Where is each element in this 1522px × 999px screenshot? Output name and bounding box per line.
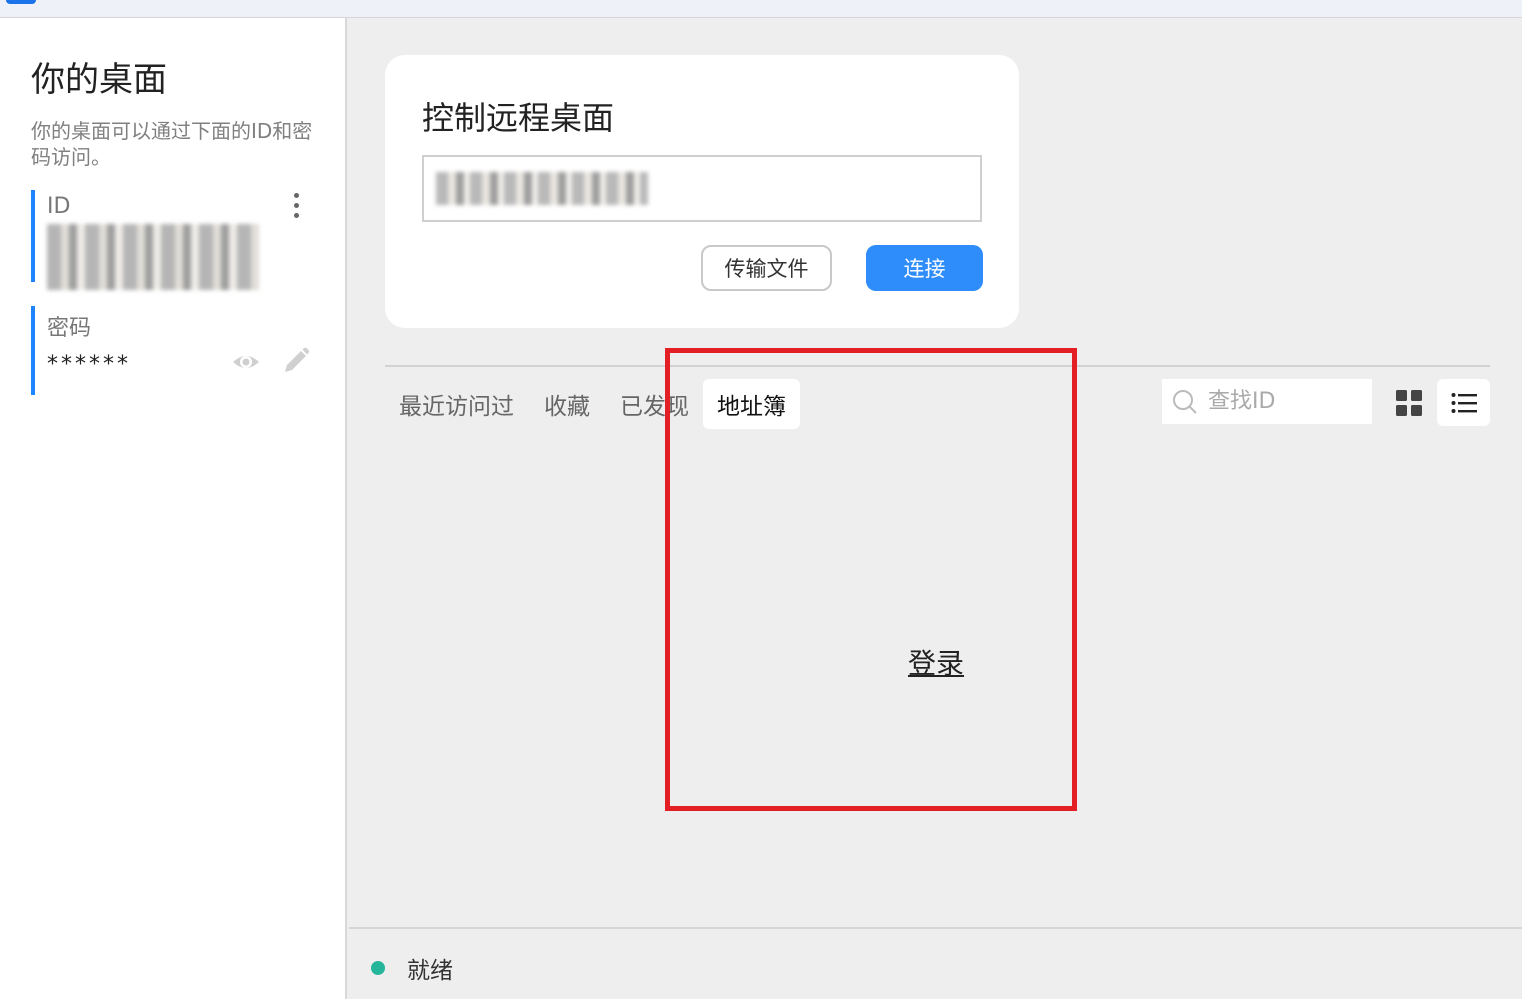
app-icon	[6, 0, 36, 4]
sidebar: 你的桌面 你的桌面可以通过下面的ID和密码访问。 ID ███ ███ ███ …	[0, 18, 347, 999]
id-field: ID ███ ███ ███	[31, 190, 321, 290]
sidebar-title: 你的桌面	[31, 60, 167, 100]
main-panel: 控制远程桌面 ███ ███ ███ 传输文件 连接 最近访问过 收藏 已发现 …	[349, 18, 1522, 927]
tab-favorites[interactable]: 收藏	[544, 379, 590, 429]
status-bar: 就绪	[349, 927, 1522, 999]
kebab-menu-icon[interactable]	[291, 190, 301, 220]
connect-card: 控制远程桌面 ███ ███ ███ 传输文件 连接	[385, 55, 1019, 328]
search-icon	[1173, 389, 1197, 414]
password-value: ******	[47, 352, 131, 377]
pencil-icon[interactable]	[281, 346, 311, 376]
status-indicator	[371, 961, 385, 975]
list-view-icon	[1451, 392, 1477, 413]
grid-view-icon[interactable]	[1395, 389, 1423, 417]
search-input[interactable]	[1208, 389, 1368, 414]
window-top-bar	[0, 0, 1522, 18]
password-label: 密码	[47, 316, 92, 341]
sidebar-description: 你的桌面可以通过下面的ID和密码访问。	[31, 119, 313, 169]
password-field: 密码 ******	[31, 306, 321, 395]
list-view-button[interactable]	[1437, 379, 1490, 426]
highlight-box	[665, 348, 1077, 811]
connect-card-title: 控制远程桌面	[422, 99, 615, 137]
id-label: ID	[47, 194, 71, 219]
eye-icon[interactable]	[231, 350, 261, 374]
remote-id-input[interactable]: ███ ███ ███	[422, 155, 982, 222]
tab-recent[interactable]: 最近访问过	[399, 379, 514, 429]
id-value: ███ ███ ███	[47, 224, 259, 290]
transfer-file-button[interactable]: 传输文件	[701, 245, 832, 291]
search-box[interactable]	[1162, 379, 1372, 424]
status-text: 就绪	[407, 958, 453, 984]
connect-button[interactable]: 连接	[866, 245, 983, 291]
